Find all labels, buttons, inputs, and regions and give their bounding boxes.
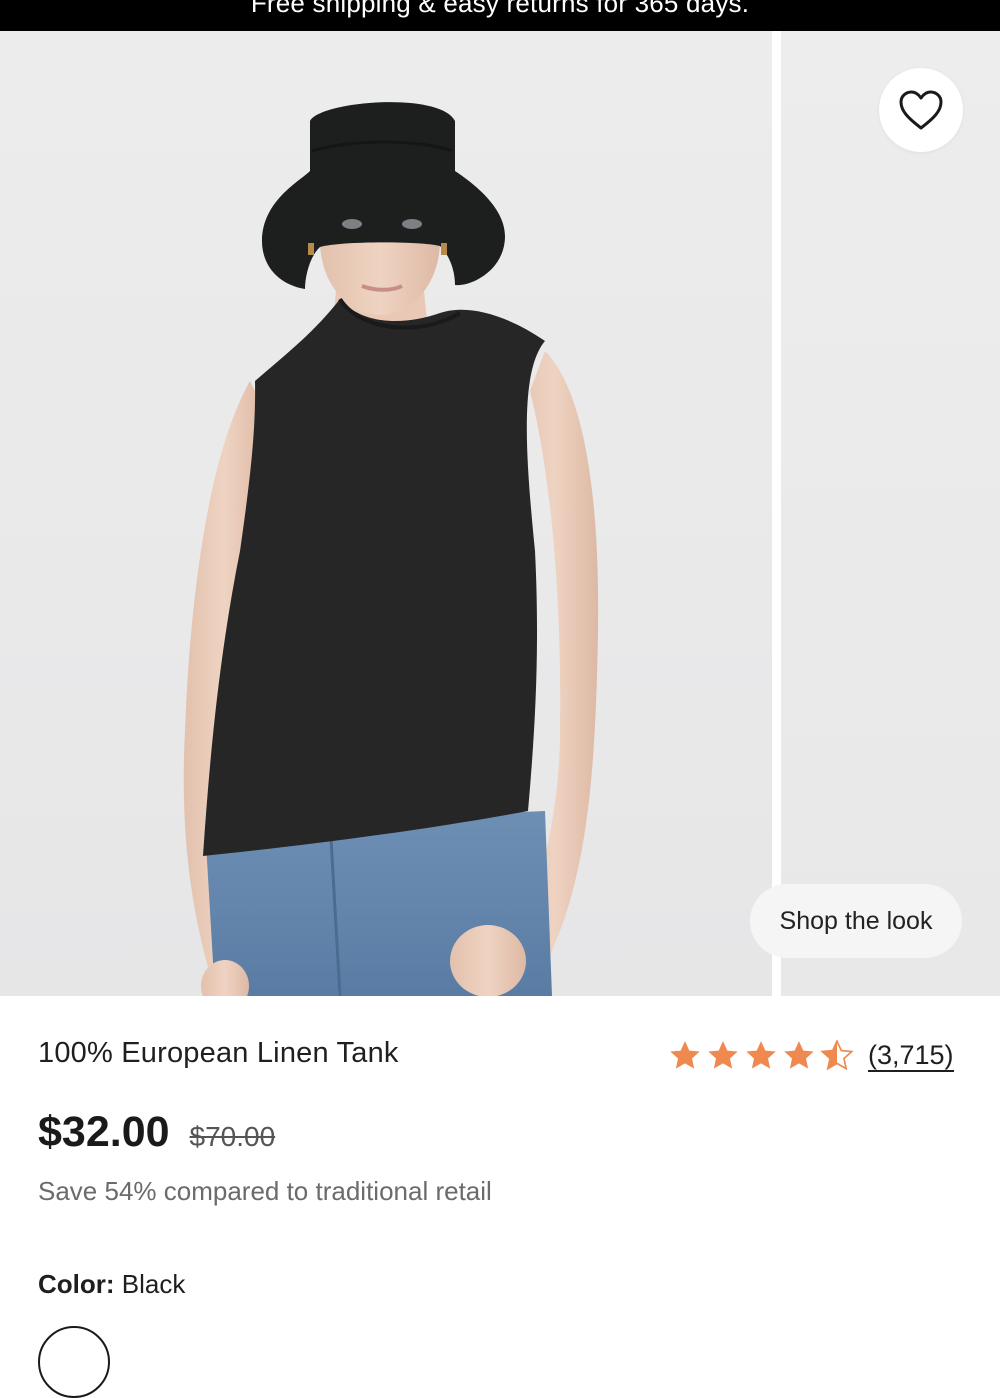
- color-selection-label: Color: Black: [38, 1269, 185, 1300]
- promo-banner: Free shipping & easy returns for 365 day…: [0, 0, 1000, 31]
- promo-text: Free shipping & easy returns for 365 day…: [250, 0, 750, 18]
- star-icon: [708, 1041, 738, 1069]
- model-photo: [183, 102, 599, 996]
- savings-text: Save 54% compared to traditional retail: [38, 1176, 492, 1206]
- price-row: $32.00 $70.00: [38, 1108, 275, 1157]
- color-label: Color:: [38, 1269, 115, 1299]
- rating-stars: [668, 1040, 854, 1072]
- review-count-link[interactable]: (3,715): [868, 1040, 954, 1072]
- half-star-icon: [820, 1040, 854, 1071]
- original-price: $70.00: [189, 1121, 276, 1152]
- color-value: Black: [121, 1269, 186, 1299]
- product-image-main[interactable]: [0, 31, 772, 996]
- product-title: 100% European Linen Tank: [38, 1037, 399, 1069]
- product-image-next[interactable]: [781, 31, 1000, 996]
- shop-the-look-button[interactable]: Shop the look: [750, 884, 962, 958]
- color-swatch-black[interactable]: [38, 1326, 110, 1398]
- star-icon: [670, 1041, 700, 1069]
- product-rating[interactable]: (3,715): [668, 1036, 954, 1076]
- star-icon: [784, 1041, 814, 1069]
- favorite-button[interactable]: [879, 68, 963, 152]
- product-image-gallery[interactable]: Shop the look: [0, 31, 1000, 996]
- star-icon: [746, 1041, 776, 1069]
- sale-price: $32.00: [38, 1108, 170, 1156]
- heart-icon: [899, 90, 943, 130]
